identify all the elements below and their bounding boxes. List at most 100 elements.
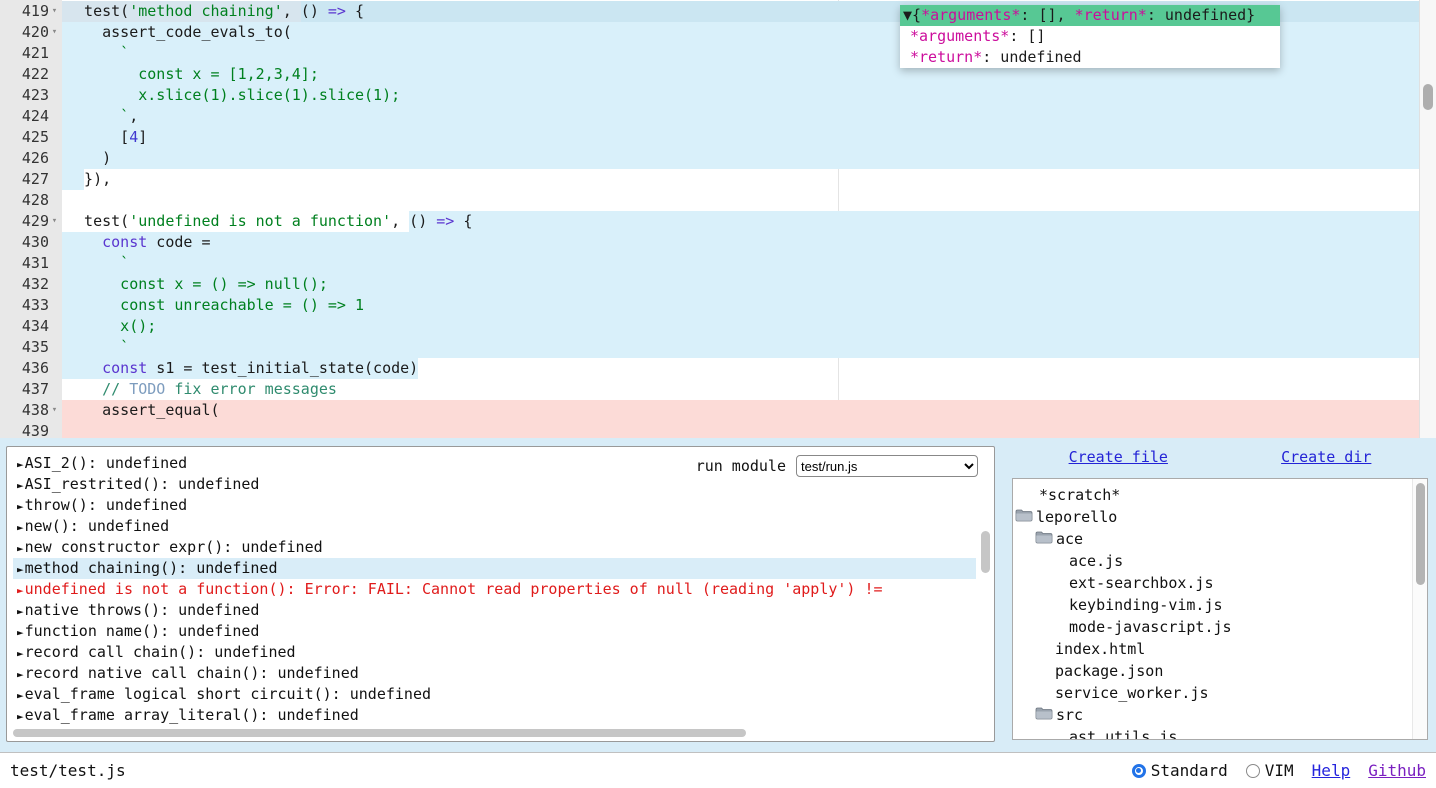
test-result-item[interactable]: ►ASI_restrited(): undefined	[13, 474, 976, 495]
code-token: s1 = test_initial_state(code)	[147, 359, 418, 377]
tree-file[interactable]: index.html	[1013, 638, 1427, 660]
create-dir-link[interactable]: Create dir	[1281, 448, 1371, 466]
code-token: {	[346, 2, 364, 20]
expand-arrow-icon[interactable]: ►	[17, 605, 24, 618]
expand-arrow-icon[interactable]: ►	[17, 479, 24, 492]
expand-arrow-icon[interactable]: ►	[17, 584, 24, 597]
tree-file[interactable]: package.json	[1013, 660, 1427, 682]
create-file-link[interactable]: Create file	[1069, 448, 1168, 466]
expand-arrow-icon[interactable]: ►	[17, 521, 24, 534]
expand-arrow-icon[interactable]: ►	[17, 710, 24, 723]
code-line[interactable]	[62, 421, 1436, 438]
gutter-line: 436	[0, 358, 62, 379]
expand-arrow-icon[interactable]: ►	[17, 542, 24, 555]
run-module-select[interactable]: test/run.js	[796, 455, 978, 477]
gutter-line: 434	[0, 316, 62, 337]
editor-vertical-scrollbar[interactable]	[1419, 0, 1436, 438]
code-line[interactable]: `,	[62, 106, 1436, 127]
tree-folder[interactable]: ace	[1013, 528, 1427, 550]
tree-folder[interactable]: src	[1013, 704, 1427, 726]
code-line[interactable]: // TODO fix error messages	[62, 379, 1436, 400]
test-result-item[interactable]: ►method chaining(): undefined	[13, 558, 976, 579]
github-link[interactable]: Github	[1368, 761, 1426, 780]
output-vertical-scrollbar-thumb[interactable]	[981, 531, 990, 573]
code-line[interactable]: x.slice(1).slice(1).slice(1);	[62, 85, 1436, 106]
help-link[interactable]: Help	[1312, 761, 1351, 780]
code-line[interactable]: assert_equal(	[62, 400, 1436, 421]
code-line[interactable]: const x = () => null();	[62, 274, 1436, 295]
output-horizontal-scrollbar[interactable]	[11, 728, 976, 738]
code-token: x.slice(1).slice(1).slice(1);	[66, 86, 400, 104]
code-line[interactable]	[62, 190, 1436, 211]
test-result-item[interactable]: ►eval_frame logical short circuit(): und…	[13, 684, 976, 705]
code-line[interactable]: const code =	[62, 232, 1436, 253]
fold-toggle-icon[interactable]: ▾	[49, 22, 60, 43]
test-result-item[interactable]: ►native throws(): undefined	[13, 600, 976, 621]
gutter-line: 421	[0, 43, 62, 64]
tooltip-entry-key: *arguments*	[910, 27, 1009, 45]
test-result-item[interactable]: ►record native call chain(): undefined	[13, 663, 976, 684]
scrollbar-thumb[interactable]	[13, 729, 746, 737]
expand-arrow-icon[interactable]: ►	[17, 668, 24, 681]
file-tree-scrollbar[interactable]	[1412, 479, 1427, 739]
code-token: const	[102, 359, 147, 377]
code-line[interactable]: [4]	[62, 127, 1436, 148]
expand-arrow-icon[interactable]: ►	[17, 626, 24, 639]
expand-arrow-icon[interactable]: ►	[17, 689, 24, 702]
test-result-text: method chaining(): undefined	[25, 559, 278, 577]
tree-file[interactable]: mode-javascript.js	[1013, 616, 1427, 638]
code-line[interactable]: const unreachable = () => 1	[62, 295, 1436, 316]
code-token: test(	[66, 2, 129, 20]
radio-dot	[1136, 768, 1141, 773]
code-line[interactable]: }),	[62, 169, 1436, 190]
tree-file[interactable]: keybinding-vim.js	[1013, 594, 1427, 616]
code-line[interactable]: test('undefined is not a function', () =…	[62, 211, 1436, 232]
test-result-item[interactable]: ►undefined is not a function(): Error: F…	[13, 579, 976, 600]
code-token	[66, 380, 102, 398]
code-line[interactable]: `	[62, 253, 1436, 274]
scrollbar-thumb[interactable]	[1423, 84, 1433, 110]
radio-button[interactable]	[1246, 764, 1260, 778]
expand-arrow-icon[interactable]: ►	[17, 458, 24, 471]
code-token: {	[454, 212, 472, 230]
tree-file[interactable]: *scratch*	[1013, 484, 1427, 506]
tree-item-name: service_worker.js	[1055, 682, 1209, 704]
test-result-item[interactable]: ►eval_frame array_literal(): undefined	[13, 705, 976, 725]
line-number: 436	[22, 358, 49, 379]
tooltip-header[interactable]: ▼{*arguments*: [], *return*: undefined}	[900, 5, 1280, 26]
radio-button[interactable]	[1132, 764, 1146, 778]
tree-file[interactable]: ace.js	[1013, 550, 1427, 572]
scrollbar-thumb[interactable]	[1416, 483, 1425, 585]
test-result-item[interactable]: ►new(): undefined	[13, 516, 976, 537]
code-line[interactable]: )	[62, 148, 1436, 169]
code-line[interactable]: `	[62, 337, 1436, 358]
tree-folder[interactable]: leporello	[1013, 506, 1427, 528]
code-line[interactable]: const s1 = test_initial_state(code)	[62, 358, 1436, 379]
code-editor[interactable]: 419▾420▾421422423424425426427428429▾4304…	[0, 0, 1436, 438]
fold-toggle-icon[interactable]: ▾	[49, 400, 60, 421]
line-number: 435	[22, 337, 49, 358]
test-result-item[interactable]: ►new constructor expr(): undefined	[13, 537, 976, 558]
tooltip-entry-value: : []	[1009, 27, 1045, 45]
tooltip-header-token: *return*	[1075, 6, 1147, 24]
tree-file[interactable]: ast_utils.js	[1013, 726, 1427, 740]
tree-file[interactable]: ext-searchbox.js	[1013, 572, 1427, 594]
expand-arrow-icon[interactable]: ►	[17, 647, 24, 660]
fold-toggle-icon[interactable]: ▾	[49, 211, 60, 232]
line-number: 419	[22, 1, 49, 22]
tree-item-name: ext-searchbox.js	[1069, 572, 1214, 594]
test-result-item[interactable]: ►throw(): undefined	[13, 495, 976, 516]
keybinding-option-standard[interactable]: Standard	[1132, 761, 1228, 780]
test-result-text: ASI_restrited(): undefined	[25, 475, 260, 493]
fold-toggle-icon[interactable]: ▾	[49, 1, 60, 22]
code-line[interactable]: x();	[62, 316, 1436, 337]
test-result-item[interactable]: ►record call chain(): undefined	[13, 642, 976, 663]
tree-file[interactable]: service_worker.js	[1013, 682, 1427, 704]
test-result-item[interactable]: ►function name(): undefined	[13, 621, 976, 642]
line-number: 423	[22, 85, 49, 106]
line-number: 428	[22, 190, 49, 211]
line-number: 432	[22, 274, 49, 295]
expand-arrow-icon[interactable]: ►	[17, 500, 24, 513]
expand-arrow-icon[interactable]: ►	[17, 563, 24, 576]
keybinding-option-vim[interactable]: VIM	[1246, 761, 1294, 780]
